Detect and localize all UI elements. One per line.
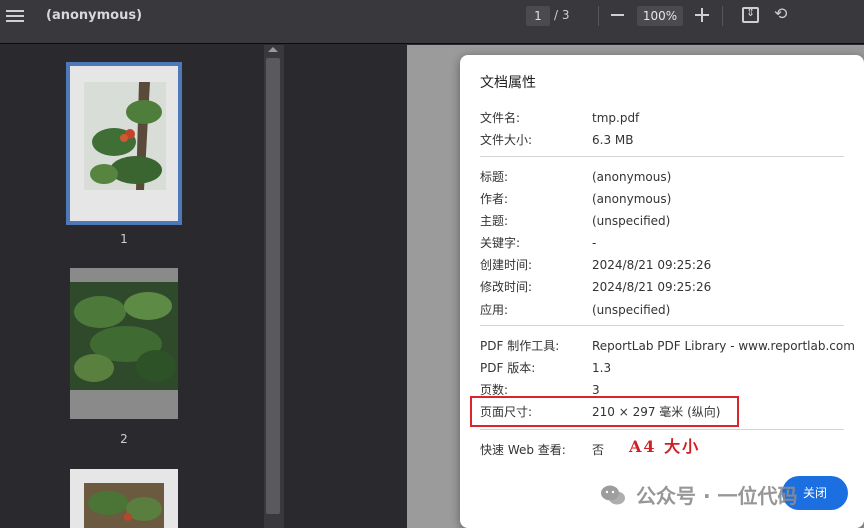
prop-row-keywords: 关键字: - [480, 234, 596, 251]
thumbnail-image [84, 82, 166, 190]
page-fit-icon[interactable] [742, 6, 759, 23]
prop-row-title: 标题: (anonymous) [480, 168, 671, 185]
dialog-title: 文档属性 [480, 75, 536, 91]
prop-value: - [592, 236, 597, 250]
toolbar: (anonymous) 1 / 3 100% ⟲ [0, 0, 864, 44]
section-divider [480, 325, 844, 326]
prop-row-pdf-version: PDF 版本: 1.3 [480, 359, 611, 376]
thumbnail-page-3[interactable] [70, 469, 178, 528]
prop-key: 文件名: [480, 111, 521, 125]
sidebar-toggle-icon[interactable] [6, 8, 24, 24]
prop-value: 否 [592, 443, 605, 457]
prop-key: 快速 Web 查看: [480, 443, 566, 457]
rotate-icon[interactable]: ⟲ [774, 5, 792, 23]
prop-row-modified: 修改时间: 2024/8/21 09:25:26 [480, 278, 711, 295]
prop-row-fast-web-view: 快速 Web 查看: 否 [480, 441, 604, 458]
prop-key: 修改时间: [480, 280, 533, 294]
prop-value: ReportLab PDF Library - www.reportlab.co… [592, 339, 855, 353]
a4-size-annotation: A4 大小 [629, 437, 701, 456]
zoom-in-icon[interactable] [695, 8, 709, 22]
thumbnail-page-1[interactable] [66, 62, 182, 225]
prop-key: 文件大小: [480, 133, 533, 147]
prop-row-application: 应用: (unspecified) [480, 301, 670, 318]
prop-key: 标题: [480, 170, 509, 184]
watermark-text: 公众号 · 一位代码 [636, 484, 798, 508]
prop-key: PDF 版本: [480, 361, 536, 375]
prop-value: (anonymous) [592, 192, 672, 206]
prop-value: tmp.pdf [592, 111, 640, 125]
zoom-select[interactable]: 100% [637, 6, 683, 26]
prop-row-producer: PDF 制作工具: ReportLab PDF Library - www.rep… [480, 337, 855, 354]
wechat-icon [601, 485, 625, 505]
zoom-out-icon[interactable] [611, 14, 624, 16]
prop-value: 2024/8/21 09:25:26 [592, 258, 712, 272]
toolbar-divider [722, 6, 723, 26]
prop-row-filesize: 文件大小: 6.3 MB [480, 131, 633, 148]
scrollbar-thumb[interactable] [266, 58, 280, 514]
prop-key: 关键字: [480, 236, 521, 250]
prop-value: 6.3 MB [592, 133, 634, 147]
page-total: / 3 [554, 8, 570, 22]
prop-row-author: 作者: (anonymous) [480, 190, 671, 207]
prop-row-filename: 文件名: tmp.pdf [480, 109, 639, 126]
toolbar-divider [598, 6, 599, 26]
document-properties-dialog: 文档属性 文件名: tmp.pdf 文件大小: 6.3 MB 标题: (anonymo… [460, 55, 864, 528]
thumbnail-image [84, 483, 164, 528]
thumbnail-page-2[interactable] [70, 268, 178, 419]
prop-value: 1.3 [592, 361, 612, 375]
prop-row-created: 创建时间: 2024/8/21 09:25:26 [480, 256, 711, 273]
page-size-highlight-box [470, 396, 739, 427]
prop-value: (unspecified) [592, 303, 671, 317]
section-divider [480, 156, 844, 157]
prop-value: 3 [592, 383, 600, 397]
scroll-up-icon[interactable] [268, 47, 278, 52]
prop-key: 创建时间: [480, 258, 533, 272]
prop-value: 2024/8/21 09:25:26 [592, 280, 712, 294]
thumbnail-label: 2 [120, 432, 128, 446]
prop-row-subject: 主题: (unspecified) [480, 212, 670, 229]
prop-key: PDF 制作工具: [480, 339, 560, 353]
prop-value: (anonymous) [592, 170, 672, 184]
prop-value: (unspecified) [592, 214, 671, 228]
page-number-input[interactable]: 1 [526, 6, 550, 26]
prop-key: 主题: [480, 214, 509, 228]
prop-key: 应用: [480, 303, 509, 317]
document-title: (anonymous) [46, 8, 143, 23]
prop-key: 作者: [480, 192, 509, 206]
thumbnail-label: 1 [120, 232, 128, 246]
thumbnail-image [70, 282, 178, 390]
section-divider [480, 429, 844, 430]
